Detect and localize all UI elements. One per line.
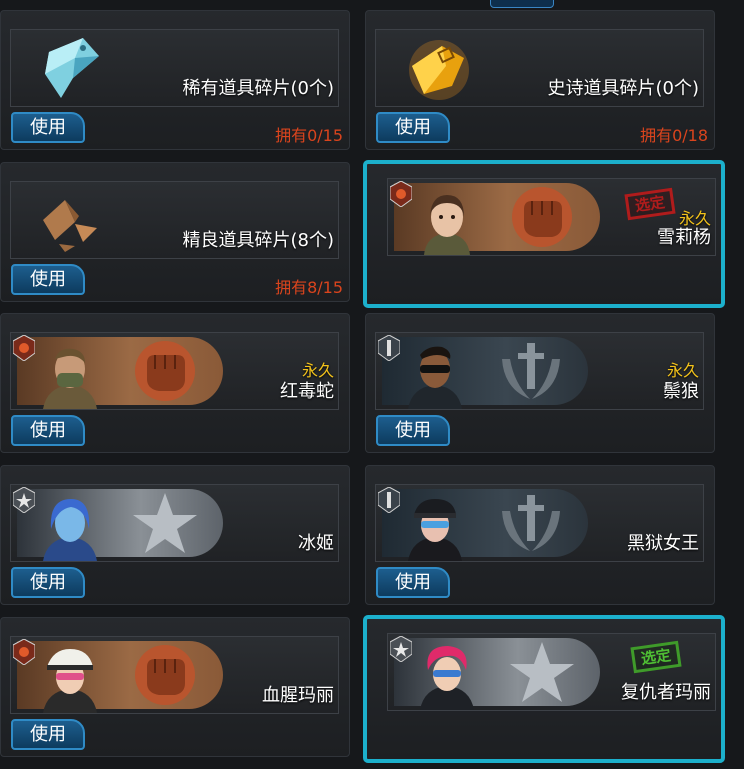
card-fine-shard: 精良道具碎片(8个) 使用 拥有8/15 (0, 162, 350, 302)
item-name: 稀有道具碎片(0个) (182, 78, 335, 99)
class-badge-icon (378, 487, 400, 513)
item-name: 精良道具碎片(8个) (182, 230, 335, 251)
dagger-wreath-emblem-icon (502, 495, 560, 551)
character-portrait (424, 195, 470, 255)
character-portrait (420, 646, 474, 710)
epic-shard-icon (409, 40, 469, 100)
character-slot: 永久 鬃狼 (375, 332, 704, 410)
card-character-xueliyang[interactable]: 选定 永久 雪莉杨 (363, 160, 725, 308)
class-badge-icon (13, 487, 35, 513)
card-character-bingji: 冰姬 使用 (0, 465, 350, 605)
character-slot: 选定 永久 雪莉杨 (387, 178, 716, 256)
use-button[interactable]: 使用 (11, 415, 85, 446)
fist-emblem-icon (135, 645, 195, 705)
use-button[interactable]: 使用 (376, 112, 450, 143)
fist-emblem-icon (135, 341, 195, 401)
use-button[interactable]: 使用 (11, 264, 85, 295)
character-name: 复仇者玛丽 (621, 682, 711, 703)
class-badge-icon (13, 639, 35, 665)
dagger-wreath-emblem-icon (502, 343, 560, 399)
character-portrait (43, 649, 97, 713)
character-portrait (408, 346, 462, 409)
own-count: 拥有8/15 (275, 278, 343, 297)
character-slot: 血腥玛丽 (10, 636, 339, 714)
own-count: 拥有0/15 (275, 126, 343, 145)
character-portrait (43, 499, 97, 561)
use-button[interactable]: 使用 (376, 415, 450, 446)
character-name: 血腥玛丽 (262, 685, 334, 706)
top-tab[interactable] (490, 0, 554, 8)
character-name: 雪莉杨 (657, 227, 711, 248)
card-character-fuchouzhemali[interactable]: 选定 复仇者玛丽 (363, 615, 725, 763)
class-badge-icon (390, 181, 412, 207)
use-button[interactable]: 使用 (11, 112, 85, 143)
character-portrait (408, 499, 462, 561)
character-slot: 选定 复仇者玛丽 (387, 633, 716, 711)
use-button[interactable]: 使用 (376, 567, 450, 598)
item-name: 史诗道具碎片(0个) (547, 78, 700, 99)
character-name: 鬃狼 (663, 381, 699, 402)
character-portrait (43, 348, 97, 409)
character-slot: 永久 红毒蛇 (10, 332, 339, 410)
character-slot: 黑狱女王 (375, 484, 704, 562)
class-badge-icon (390, 636, 412, 662)
class-badge-icon (378, 335, 400, 361)
item-slot: 稀有道具碎片(0个) (10, 29, 339, 107)
rare-shard-icon (45, 38, 99, 98)
use-button[interactable]: 使用 (11, 719, 85, 750)
card-character-hongdushe: 永久 红毒蛇 使用 (0, 313, 350, 453)
character-name: 黑狱女王 (627, 533, 699, 554)
use-button[interactable]: 使用 (11, 567, 85, 598)
card-character-xuexingmali: 血腥玛丽 使用 (0, 617, 350, 757)
selected-stamp: 选定 (630, 640, 682, 674)
character-name: 冰姬 (298, 533, 334, 554)
class-badge-icon (13, 335, 35, 361)
card-character-heiyunvwang: 黑狱女王 使用 (365, 465, 715, 605)
star-emblem-icon (510, 642, 574, 702)
card-epic-shard: 史诗道具碎片(0个) 使用 拥有0/18 (365, 10, 715, 150)
own-count: 拥有0/18 (640, 126, 708, 145)
selected-stamp: 选定 (624, 187, 676, 221)
character-slot: 冰姬 (10, 484, 339, 562)
fine-shard-icon (43, 200, 97, 252)
card-rare-shard: 稀有道具碎片(0个) 使用 拥有0/15 (0, 10, 350, 150)
star-emblem-icon (133, 493, 197, 553)
item-slot: 精良道具碎片(8个) (10, 181, 339, 259)
item-slot: 史诗道具碎片(0个) (375, 29, 704, 107)
card-character-zonglang: 永久 鬃狼 使用 (365, 313, 715, 453)
character-name: 红毒蛇 (280, 381, 334, 402)
fist-emblem-icon (512, 187, 572, 247)
